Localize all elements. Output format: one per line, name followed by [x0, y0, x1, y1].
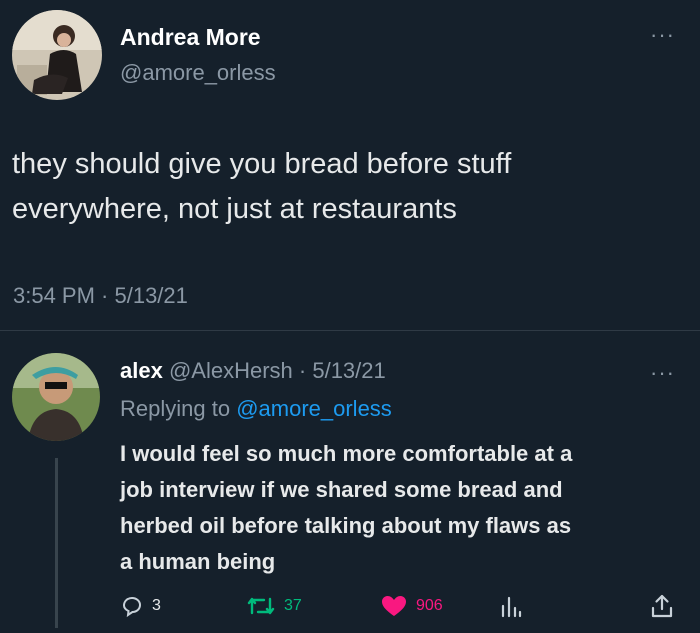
reply-count: 3 — [152, 597, 161, 614]
reply-icon — [120, 594, 144, 618]
author-handle[interactable]: @amore_orless — [120, 60, 276, 86]
reply-text: I would feel so much more comfortable at… — [120, 436, 690, 580]
reply-author-name[interactable]: alex — [120, 358, 163, 383]
thread-line — [55, 458, 58, 628]
reply-line: job interview if we shared some bread an… — [120, 477, 563, 502]
reply-line: herbed oil before talking about my flaws… — [120, 513, 572, 538]
tweet-line: everywhere, not just at restaurants — [12, 193, 457, 225]
analytics-action[interactable] — [500, 592, 522, 620]
avatar-andrea[interactable] — [12, 10, 102, 100]
separator-dot: · — [292, 358, 313, 383]
author-name[interactable]: Andrea More — [120, 24, 261, 51]
tweet-text: they should give you bread before stuff … — [12, 142, 692, 232]
share-action[interactable] — [650, 592, 674, 620]
reply-header: alex @AlexHersh · 5/13/21 — [120, 358, 386, 384]
replying-to-link[interactable]: @amore_orless — [236, 396, 392, 421]
divider — [0, 330, 700, 331]
analytics-icon — [500, 594, 522, 618]
more-icon[interactable]: ··· — [650, 24, 675, 46]
replying-to: Replying to @amore_orless — [120, 396, 392, 422]
avatar-alex[interactable] — [12, 353, 100, 441]
tweet-line: they should give you bread before stuff — [12, 148, 512, 180]
reply-date[interactable]: 5/13/21 — [312, 358, 385, 383]
more-icon[interactable]: ··· — [650, 362, 675, 384]
retweet-count: 37 — [284, 597, 302, 614]
share-icon — [650, 593, 674, 619]
heart-icon — [380, 594, 408, 618]
like-count: 906 — [416, 597, 443, 614]
reply-author-handle[interactable]: @AlexHersh — [169, 358, 293, 383]
retweet-action[interactable]: 37 — [246, 592, 302, 620]
retweet-icon — [246, 595, 276, 617]
reply-action[interactable]: 3 — [120, 592, 161, 620]
reply-line: a human being — [120, 549, 276, 574]
timestamp[interactable]: 3:54 PM · 5/13/21 — [13, 283, 188, 309]
replying-to-label: Replying to — [120, 396, 237, 421]
like-action[interactable]: 906 — [380, 592, 443, 620]
reply-line: I would feel so much more comfortable at… — [120, 441, 573, 466]
